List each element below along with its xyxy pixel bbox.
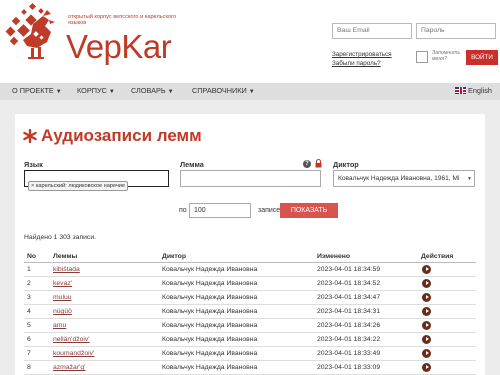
nav-item-dictionary[interactable]: СЛОВАРЬ ▼ bbox=[131, 86, 174, 95]
table-row: 6 nellän'džoiv' Ковальчук Надежда Иванов… bbox=[24, 333, 476, 347]
play-icon[interactable] bbox=[422, 321, 431, 330]
chevron-down-icon: ▼ bbox=[467, 176, 472, 182]
row-dictor: Ковальчук Надежда Ивановна bbox=[162, 308, 258, 315]
chevron-down-icon: ▼ bbox=[167, 89, 174, 95]
chevron-down-icon: ▼ bbox=[55, 89, 62, 95]
play-icon[interactable] bbox=[422, 265, 431, 274]
register-link[interactable]: Зарегистрироваться bbox=[332, 51, 392, 58]
row-dictor: Ковальчук Надежда Ивановна bbox=[162, 322, 258, 329]
row-dictor: Ковальчук Надежда Ивановна bbox=[162, 336, 258, 343]
help-icon[interactable]: ? bbox=[303, 160, 311, 168]
play-icon[interactable] bbox=[422, 363, 431, 372]
dictor-select[interactable]: Ковальчук Надежда Ивановна, 1961, Мі ▼ bbox=[333, 170, 475, 187]
remember-me-label: Запомнить меня? bbox=[432, 50, 461, 63]
chevron-down-icon: ▼ bbox=[108, 89, 115, 95]
play-icon[interactable] bbox=[422, 349, 431, 358]
lemma-link[interactable]: nellän'džoiv' bbox=[53, 336, 90, 343]
column-header-actions: Действия bbox=[421, 253, 454, 260]
lock-icon[interactable] bbox=[315, 159, 322, 168]
language-switch[interactable]: English bbox=[455, 86, 492, 95]
asterisk-icon bbox=[23, 129, 37, 143]
rooster-logo-icon[interactable] bbox=[3, 2, 63, 64]
row-dictor: Ковальчук Надежда Ивановна bbox=[162, 294, 258, 301]
found-count: Найдено 1 303 записи. bbox=[24, 234, 97, 241]
language-filter-label: Язык bbox=[24, 160, 43, 169]
lemma-link[interactable]: amu bbox=[53, 322, 66, 329]
language-chip[interactable]: × карельский: людиковское наречие bbox=[28, 181, 129, 191]
site-header: открытый корпус вепсского и карельского … bbox=[0, 0, 500, 83]
row-changed: 2023-04-01 18:34:52 bbox=[317, 280, 381, 287]
column-header-lemmas[interactable]: Леммы bbox=[53, 253, 77, 260]
play-icon[interactable] bbox=[422, 279, 431, 288]
row-changed: 2023-04-01 18:34:22 bbox=[317, 336, 381, 343]
remember-me-checkbox[interactable] bbox=[416, 51, 428, 63]
site-tagline: открытый корпус вепсского и карельского … bbox=[68, 14, 177, 27]
chevron-down-icon: ▼ bbox=[248, 89, 255, 95]
column-header-changed[interactable]: Изменено bbox=[317, 253, 350, 260]
row-number: 8 bbox=[27, 364, 31, 371]
page-title: Аудиозаписи лемм bbox=[41, 126, 202, 145]
table-row: 7 koumandžoiv' Ковальчук Надежда Ивановн… bbox=[24, 347, 476, 361]
per-page-input[interactable]: 100 bbox=[189, 203, 251, 218]
row-changed: 2023-04-01 18:33:09 bbox=[317, 364, 381, 371]
row-changed: 2023-04-01 18:34:59 bbox=[317, 266, 381, 273]
lemma-filter-label: Лемма bbox=[180, 160, 204, 169]
row-number: 4 bbox=[27, 308, 31, 315]
table-row: 5 amu Ковальчук Надежда Ивановна 2023-04… bbox=[24, 319, 476, 333]
row-number: 5 bbox=[27, 322, 31, 329]
lemma-link[interactable]: muluu bbox=[53, 294, 72, 301]
row-changed: 2023-04-01 18:34:47 bbox=[317, 294, 381, 301]
row-number: 3 bbox=[27, 294, 31, 301]
lemma-input[interactable] bbox=[180, 170, 321, 187]
lemma-link[interactable]: nügüö bbox=[53, 308, 72, 315]
dictor-filter-label: Диктор bbox=[333, 160, 359, 169]
nav-item-corpus[interactable]: КОРПУС ▼ bbox=[77, 86, 115, 95]
row-changed: 2023-04-01 18:34:31 bbox=[317, 308, 381, 315]
login-button[interactable]: ВОЙТИ bbox=[466, 50, 498, 65]
row-dictor: Ковальчук Надежда Ивановна bbox=[162, 364, 258, 371]
content-panel: Аудиозаписи лемм Язык × карельский: люди… bbox=[15, 114, 485, 375]
row-number: 7 bbox=[27, 350, 31, 357]
main-nav: О ПРОЕКТЕ ▼ КОРПУС ▼ СЛОВАРЬ ▼ СПРАВОЧНИКИ ▼… bbox=[0, 83, 500, 100]
language-filter[interactable]: × карельский: людиковское наречие bbox=[24, 170, 169, 191]
table-row: 8 azmažar'g' Ковальчук Надежда Ивановна … bbox=[24, 361, 476, 375]
forgot-password-link[interactable]: Забыли пароль? bbox=[332, 60, 381, 67]
email-field[interactable]: Ваш Email bbox=[332, 23, 412, 39]
nav-item-references[interactable]: СПРАВОЧНИКИ ▼ bbox=[192, 86, 255, 95]
play-icon[interactable] bbox=[422, 335, 431, 344]
row-changed: 2023-04-01 18:34:26 bbox=[317, 322, 381, 329]
lemma-link[interactable]: koumandžoiv' bbox=[53, 350, 94, 357]
per-page-prefix: по bbox=[179, 207, 187, 214]
column-header-dictor[interactable]: Диктор bbox=[162, 253, 186, 260]
play-icon[interactable] bbox=[422, 307, 431, 316]
row-number: 1 bbox=[27, 266, 31, 273]
lemma-link[interactable]: kibištada bbox=[53, 266, 80, 273]
brand-name[interactable]: VepKar bbox=[66, 30, 172, 64]
play-icon[interactable] bbox=[422, 293, 431, 302]
column-header-no: No bbox=[27, 253, 37, 260]
password-field[interactable]: Пароль bbox=[416, 23, 496, 39]
uk-flag-icon bbox=[455, 87, 466, 94]
show-button[interactable]: ПОКАЗАТЬ bbox=[280, 203, 338, 218]
row-number: 2 bbox=[27, 280, 31, 287]
row-changed: 2023-04-01 18:33:49 bbox=[317, 350, 381, 357]
row-dictor: Ковальчук Надежда Ивановна bbox=[162, 350, 258, 357]
table-row: 1 kibištada Ковальчук Надежда Ивановна 2… bbox=[24, 263, 476, 277]
table-row: 2 kevaz' Ковальчук Надежда Ивановна 2023… bbox=[24, 277, 476, 291]
lemma-link[interactable]: kevaz' bbox=[53, 280, 72, 287]
row-dictor: Ковальчук Надежда Ивановна bbox=[162, 266, 258, 273]
table-row: 3 muluu Ковальчук Надежда Ивановна 2023-… bbox=[24, 291, 476, 305]
row-dictor: Ковальчук Надежда Ивановна bbox=[162, 280, 258, 287]
table-row: 4 nügüö Ковальчук Надежда Ивановна 2023-… bbox=[24, 305, 476, 319]
lemma-link[interactable]: azmažar'g' bbox=[53, 364, 85, 371]
nav-item-about[interactable]: О ПРОЕКТЕ ▼ bbox=[12, 86, 62, 95]
row-number: 6 bbox=[27, 336, 31, 343]
